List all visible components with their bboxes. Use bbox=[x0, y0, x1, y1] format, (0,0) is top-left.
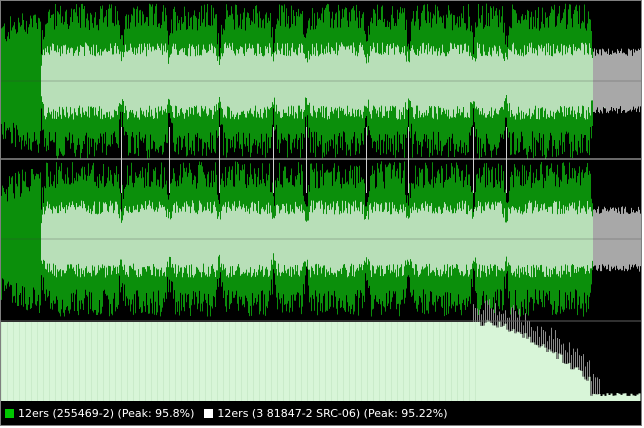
legend-entry-series-a: 12ers (255469-2) (Peak: 95.8%) bbox=[5, 407, 194, 420]
waveform-comparison-window: 12ers (255469-2) (Peak: 95.8%) 12ers (3 … bbox=[0, 0, 642, 426]
series-a-color-swatch bbox=[5, 408, 14, 418]
series-a-label: 12ers (255469-2) (Peak: 95.8%) bbox=[18, 406, 195, 420]
waveform-channel-left bbox=[1, 3, 641, 159]
series-b-color-swatch bbox=[204, 408, 214, 418]
legend-bar: 12ers (255469-2) (Peak: 95.8%) 12ers (3 … bbox=[1, 401, 641, 425]
legend-entry-series-b: 12ers (3 81847-2 SRC-06) (Peak: 95.22%) bbox=[204, 406, 448, 420]
waveform-channel-right bbox=[1, 161, 641, 317]
waveform-viewer bbox=[1, 3, 641, 401]
series-b-label: 12ers (3 81847-2 SRC-06) (Peak: 95.22%) bbox=[217, 406, 448, 420]
